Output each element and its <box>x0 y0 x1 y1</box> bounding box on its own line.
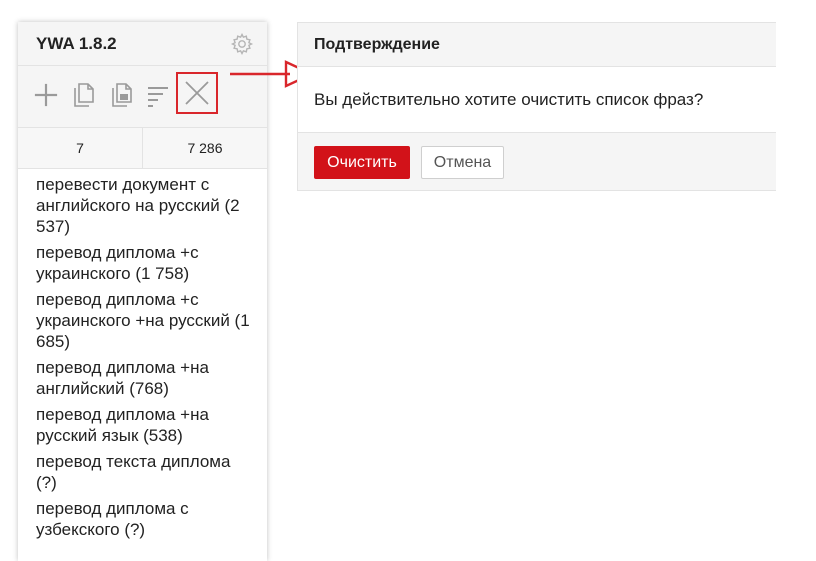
dialog-body: Вы действительно хотите очистить список … <box>298 67 776 133</box>
app-title: YWA 1.8.2 <box>36 34 117 53</box>
close-icon <box>185 81 209 105</box>
dialog-header: Подтверждение <box>298 23 776 67</box>
list-item[interactable]: перевести документ с английского на русс… <box>36 174 251 237</box>
list-item[interactable]: перевод диплома +с украинского +на русск… <box>36 289 251 352</box>
gear-icon[interactable] <box>230 32 254 56</box>
list-item[interactable]: перевод диплома +на английский (768) <box>36 357 251 399</box>
cancel-button[interactable]: Отмена <box>421 146 504 179</box>
frequency-total: 7 286 <box>142 128 267 168</box>
list-item[interactable]: перевод диплома +на русский язык (538) <box>36 404 251 446</box>
list-item[interactable]: перевод диплома +с украинского (1 758) <box>36 242 251 284</box>
confirmation-dialog: Подтверждение Вы действительно хотите оч… <box>297 22 776 191</box>
copy-icon[interactable] <box>67 79 99 111</box>
dialog-message: Вы действительно хотите очистить список … <box>314 90 704 109</box>
plus-icon[interactable] <box>30 79 62 111</box>
list-item[interactable]: перевод текста диплома (?) <box>36 451 251 493</box>
phrase-list: перевести документ с английского на русс… <box>18 169 267 540</box>
dialog-footer: Очистить Отмена <box>298 133 776 190</box>
dialog-title: Подтверждение <box>314 36 440 53</box>
list-item[interactable]: перевод диплома с узбекского (?) <box>36 498 251 540</box>
sort-icon[interactable] <box>142 79 174 111</box>
confirm-clear-button[interactable]: Очистить <box>314 146 410 179</box>
counts-bar: 7 7 286 <box>18 128 267 169</box>
copy-with-count-icon[interactable] <box>105 79 137 111</box>
ywa-panel: YWA 1.8.2 7 7 286 перевести документ с а… <box>18 22 267 561</box>
clear-list-button[interactable] <box>176 72 218 114</box>
phrase-count: 7 <box>76 140 84 156</box>
